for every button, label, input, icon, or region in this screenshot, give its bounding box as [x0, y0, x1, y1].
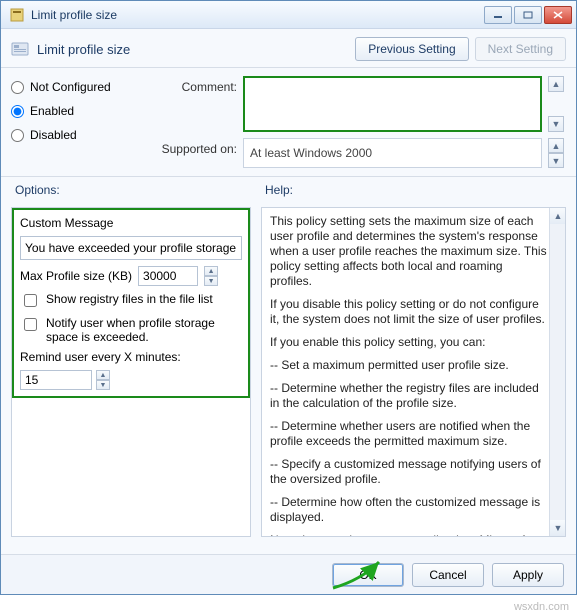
maximize-button[interactable] — [514, 6, 542, 24]
custom-message-label: Custom Message — [20, 216, 242, 230]
supported-on-label: Supported on: — [147, 138, 237, 156]
radio-not-configured-label: Not Configured — [30, 80, 111, 94]
settings-grid: Not Configured Enabled Disabled Comment:… — [1, 68, 576, 177]
header: Limit profile size Previous Setting Next… — [1, 29, 576, 68]
chevron-up-icon[interactable]: ▲ — [548, 76, 564, 92]
notify-user-label: Notify user when profile storage space i… — [46, 316, 242, 344]
chevron-down-icon[interactable]: ▼ — [550, 520, 566, 536]
chevron-down-icon[interactable]: ▼ — [96, 380, 110, 390]
custom-message-input[interactable] — [20, 236, 242, 260]
state-radio-group: Not Configured Enabled Disabled — [11, 76, 141, 142]
help-heading: Help: — [263, 181, 566, 201]
max-profile-size-label: Max Profile size (KB) — [20, 269, 132, 283]
max-profile-size-spinner[interactable]: ▲ ▼ — [204, 266, 218, 286]
ok-button[interactable]: OK — [332, 563, 404, 587]
help-text: If you enable this policy setting, you c… — [270, 335, 547, 350]
chevron-down-icon[interactable]: ▼ — [204, 276, 218, 286]
page-title: Limit profile size — [37, 42, 349, 57]
comment-field[interactable] — [243, 76, 542, 132]
help-text: Note: In operating systems earlier than … — [270, 533, 547, 537]
dialog-footer: OK Cancel Apply — [1, 554, 576, 594]
help-text: This policy setting sets the maximum siz… — [270, 214, 547, 289]
show-registry-checkbox-input[interactable] — [24, 294, 37, 307]
remind-minutes-input[interactable] — [20, 370, 92, 390]
radio-not-configured-input[interactable] — [11, 81, 24, 94]
options-panel: Custom Message Max Profile size (KB) ▲ ▼… — [11, 207, 251, 537]
chevron-up-icon[interactable]: ▲ — [204, 266, 218, 276]
radio-enabled[interactable]: Enabled — [11, 104, 141, 118]
watermark: wsxdn.com — [514, 601, 569, 613]
show-registry-checkbox[interactable]: Show registry files in the file list — [20, 292, 242, 310]
help-text: -- Determine whether the registry files … — [270, 381, 547, 411]
radio-disabled-input[interactable] — [11, 129, 24, 142]
chevron-down-icon[interactable]: ▼ — [548, 153, 564, 168]
minimize-button[interactable] — [484, 6, 512, 24]
titlebar: Limit profile size — [1, 1, 576, 29]
remind-minutes-spinner[interactable]: ▲ ▼ — [96, 370, 110, 390]
cancel-button[interactable]: Cancel — [412, 563, 484, 587]
chevron-up-icon[interactable]: ▲ — [96, 370, 110, 380]
help-text: -- Set a maximum permitted user profile … — [270, 358, 547, 373]
app-icon — [9, 7, 25, 23]
lower-panels: Custom Message Max Profile size (KB) ▲ ▼… — [1, 201, 576, 554]
radio-enabled-input[interactable] — [11, 105, 24, 118]
options-heading: Options: — [13, 181, 253, 201]
titlebar-text: Limit profile size — [31, 8, 482, 22]
supported-scrollbar[interactable]: ▲ ▼ — [548, 138, 566, 168]
dialog-window: Limit profile size Limit profile size Pr… — [0, 0, 577, 595]
comment-scrollbar[interactable]: ▲ ▼ — [548, 76, 566, 132]
comment-label: Comment: — [147, 76, 237, 94]
supported-on-value: At least Windows 2000 — [243, 138, 542, 168]
help-panel: This policy setting sets the maximum siz… — [261, 207, 566, 537]
help-text: -- Determine whether users are notified … — [270, 419, 547, 449]
notify-user-checkbox-input[interactable] — [24, 318, 37, 331]
radio-disabled-label: Disabled — [30, 128, 77, 142]
close-button[interactable] — [544, 6, 572, 24]
radio-disabled[interactable]: Disabled — [11, 128, 141, 142]
chevron-down-icon[interactable]: ▼ — [548, 116, 564, 132]
policy-icon — [11, 40, 29, 58]
chevron-up-icon[interactable]: ▲ — [548, 138, 564, 153]
previous-setting-button[interactable]: Previous Setting — [355, 37, 468, 61]
help-text: If you disable this policy setting or do… — [270, 297, 547, 327]
options-highlight: Custom Message Max Profile size (KB) ▲ ▼… — [12, 208, 250, 398]
remind-user-label: Remind user every X minutes: — [20, 350, 242, 364]
help-scrollbar[interactable]: ▲ ▼ — [549, 208, 565, 536]
notify-user-checkbox[interactable]: Notify user when profile storage space i… — [20, 316, 242, 344]
help-text: -- Specify a customized message notifyin… — [270, 457, 547, 487]
apply-button[interactable]: Apply — [492, 563, 564, 587]
show-registry-label: Show registry files in the file list — [46, 292, 213, 306]
max-profile-size-input[interactable] — [138, 266, 198, 286]
help-text: -- Determine how often the customized me… — [270, 495, 547, 525]
radio-not-configured[interactable]: Not Configured — [11, 80, 141, 94]
radio-enabled-label: Enabled — [30, 104, 74, 118]
chevron-up-icon[interactable]: ▲ — [550, 208, 566, 224]
next-setting-button[interactable]: Next Setting — [475, 37, 566, 61]
